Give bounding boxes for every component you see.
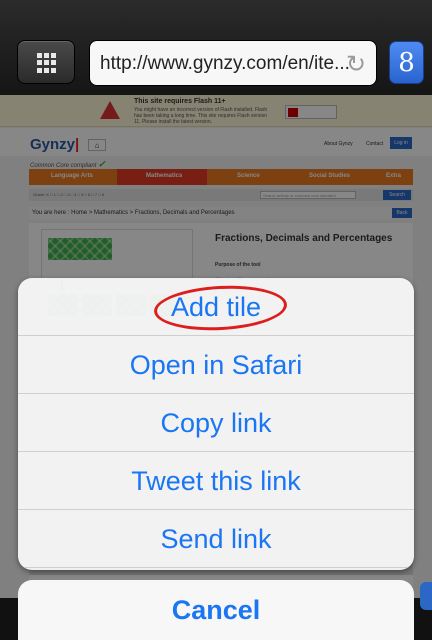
copy-link-button[interactable]: Copy link xyxy=(18,394,414,452)
share-icon[interactable] xyxy=(420,582,432,610)
send-link-button[interactable]: Send link xyxy=(18,510,414,568)
action-sheet: Add tile Open in Safari Copy link Tweet … xyxy=(18,278,414,570)
url-text: http://www.gynzy.com/en/ite... xyxy=(100,53,350,74)
open-in-safari-button[interactable]: Open in Safari xyxy=(18,336,414,394)
address-bar[interactable]: http://www.gynzy.com/en/ite... ↻ xyxy=(89,40,377,86)
screen: http://www.gynzy.com/en/ite... ↻ 8 This … xyxy=(0,0,432,640)
cancel-button[interactable]: Cancel xyxy=(18,580,414,640)
reload-icon[interactable]: ↻ xyxy=(346,50,366,79)
grid-icon xyxy=(37,53,57,73)
tweet-link-button[interactable]: Tweet this link xyxy=(18,452,414,510)
tabs-grid-button[interactable] xyxy=(17,40,75,84)
google-search-button[interactable]: 8 xyxy=(389,41,424,84)
google-icon: 8 xyxy=(398,48,415,78)
browser-toolbar: http://www.gynzy.com/en/ite... ↻ 8 xyxy=(0,0,432,95)
